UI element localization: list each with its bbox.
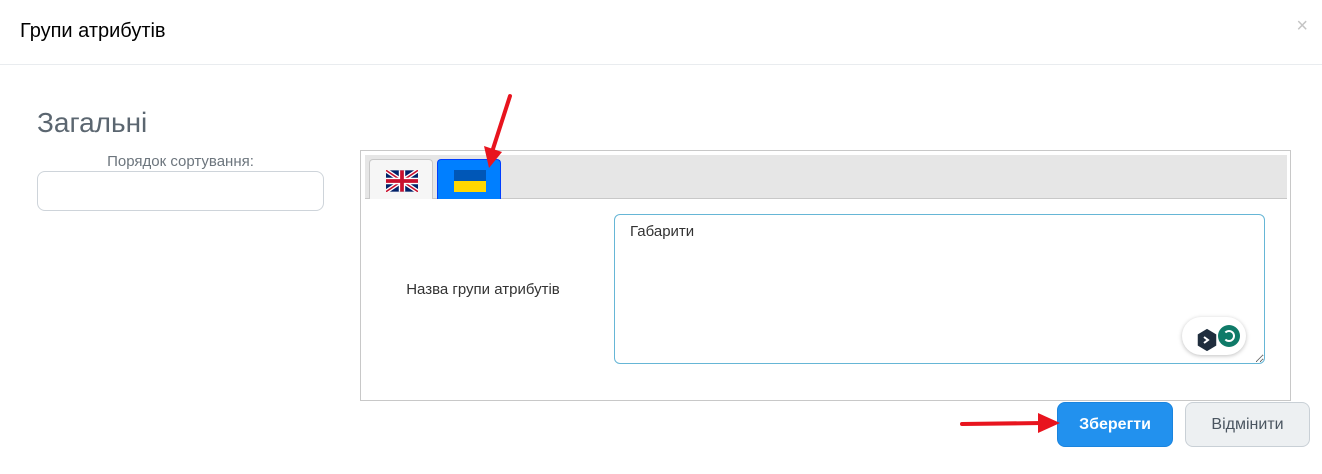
annotation-arrow-to-save-button — [960, 413, 1060, 433]
close-icon[interactable]: × — [1296, 16, 1308, 36]
cancel-button[interactable]: Відмінити — [1185, 402, 1310, 447]
hexagon-extension-icon[interactable] — [1196, 327, 1218, 353]
attribute-group-name-label: Назва групи атрибутів — [406, 281, 560, 298]
modal-title: Групи атрибутів — [20, 20, 166, 42]
annotation-arrow-to-ukrainian-tab — [484, 94, 512, 168]
attribute-group-name-textarea[interactable]: Габарити — [614, 214, 1265, 364]
uk-flag-icon — [386, 170, 418, 192]
language-tabs-panel: Назва групи атрибутів Габарити — [360, 150, 1291, 401]
section-title-general: Загальні — [37, 107, 148, 138]
ukraine-flag-icon — [454, 170, 486, 192]
save-button[interactable]: Зберегти — [1057, 402, 1173, 447]
tab-language-en[interactable] — [369, 159, 433, 199]
browser-extension-widget[interactable] — [1182, 317, 1246, 355]
sort-order-label: Порядок сортування: — [107, 153, 254, 170]
sort-order-input[interactable] — [37, 171, 324, 211]
grammar-extension-icon[interactable] — [1218, 325, 1240, 347]
modal-header: Групи атрибутів × — [0, 0, 1322, 65]
